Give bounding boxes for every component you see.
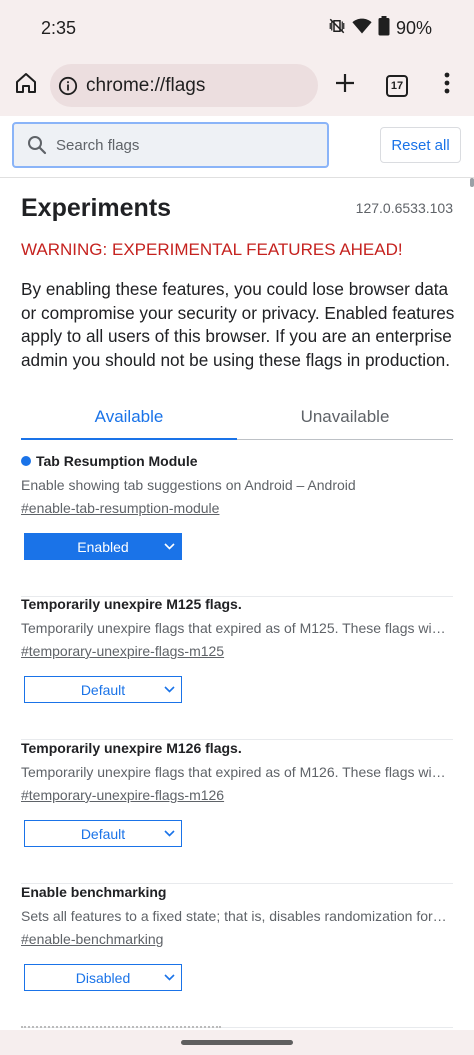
experiment-item: Enable benchmarking Sets all features to… bbox=[21, 884, 453, 1028]
battery-icon bbox=[378, 16, 390, 41]
modified-indicator-icon bbox=[21, 456, 31, 466]
experiment-state-value: Enabled bbox=[77, 538, 129, 555]
tabs-icon: 17 bbox=[386, 75, 408, 97]
experiment-state-select[interactable]: Enabled bbox=[24, 533, 182, 560]
search-field[interactable] bbox=[12, 122, 329, 168]
reset-all-button[interactable]: Reset all bbox=[380, 127, 461, 163]
more-vert-icon bbox=[444, 72, 450, 99]
experiment-title: Temporarily unexpire M125 flags. bbox=[21, 596, 242, 612]
info-icon[interactable] bbox=[58, 76, 78, 96]
chevron-down-icon bbox=[163, 683, 175, 695]
chevron-down-icon bbox=[163, 540, 175, 552]
experiment-item: Temporarily unexpire M126 flags. Tempora… bbox=[21, 740, 453, 884]
gesture-handle[interactable] bbox=[181, 1040, 293, 1045]
experiment-permalink[interactable]: #temporary-unexpire-flags-m125 bbox=[21, 643, 224, 659]
experiment-description: Temporarily unexpire flags that expired … bbox=[21, 620, 447, 636]
tab-bar: Available Unavailable bbox=[21, 394, 453, 440]
experiment-state-value: Default bbox=[80, 681, 126, 698]
gesture-nav-bar bbox=[0, 1030, 474, 1055]
experiment-title-text: Enable benchmarking bbox=[21, 884, 167, 900]
home-button[interactable] bbox=[11, 70, 41, 100]
experiment-state-select[interactable]: Disabled bbox=[24, 964, 182, 991]
chevron-down-icon bbox=[163, 971, 175, 983]
experiment-state-select[interactable]: Default bbox=[24, 676, 182, 703]
experiment-permalink[interactable]: #temporary-unexpire-flags-m126 bbox=[21, 787, 224, 803]
vibrate-off-icon bbox=[328, 17, 346, 40]
scrollbar[interactable] bbox=[470, 178, 474, 187]
experiment-title-text: Temporarily unexpire M125 flags. bbox=[21, 596, 242, 612]
experiment-item: Temporarily unexpire M125 flags. Tempora… bbox=[21, 596, 453, 740]
page-title: Experiments bbox=[21, 194, 172, 222]
experiment-description: Enable showing tab suggestions on Androi… bbox=[21, 477, 356, 493]
search-icon bbox=[26, 134, 48, 156]
browser-toolbar: chrome://flags 17 bbox=[0, 56, 474, 116]
experiment-title: Tab Resumption Module bbox=[21, 453, 198, 469]
tab-available[interactable]: Available bbox=[21, 394, 237, 440]
intro-text: By enabling these features, you could lo… bbox=[21, 279, 455, 370]
tab-unavailable[interactable]: Unavailable bbox=[237, 394, 453, 439]
experiment-state-select[interactable]: Default bbox=[24, 820, 182, 847]
status-icons: 90% bbox=[328, 16, 432, 41]
experiment-title: Temporarily unexpire M126 flags. bbox=[21, 740, 242, 756]
experiment-description: Sets all features to a fixed state; that… bbox=[21, 908, 447, 924]
flags-content: Experiments 127.0.6533.103 WARNING: EXPE… bbox=[0, 178, 474, 1030]
search-input[interactable] bbox=[56, 136, 306, 154]
experiment-title-text: Temporarily unexpire M126 flags. bbox=[21, 740, 242, 756]
address-bar[interactable]: chrome://flags bbox=[50, 64, 318, 107]
experiment-item: Tab Resumption Module Enable showing tab… bbox=[21, 453, 453, 597]
experiment-permalink[interactable]: #enable-benchmarking bbox=[21, 931, 163, 947]
url-text[interactable]: chrome://flags bbox=[86, 75, 205, 97]
new-tab-button[interactable] bbox=[330, 70, 360, 100]
plus-icon bbox=[335, 73, 355, 98]
experiment-state-value: Default bbox=[80, 825, 126, 842]
menu-button[interactable] bbox=[436, 70, 458, 100]
experiment-title: Enable benchmarking bbox=[21, 884, 166, 900]
status-time: 2:35 bbox=[41, 18, 77, 38]
warning-text: WARNING: EXPERIMENTAL FEATURES AHEAD! bbox=[21, 240, 403, 259]
experiment-title-text: Tab Resumption Module bbox=[36, 453, 198, 469]
wifi-icon bbox=[352, 17, 372, 40]
home-icon bbox=[14, 71, 38, 100]
experiment-state-value: Disabled bbox=[75, 969, 131, 986]
flags-search-header: Reset all bbox=[0, 116, 474, 178]
experiment-description: Temporarily unexpire flags that expired … bbox=[21, 764, 447, 780]
chevron-down-icon bbox=[163, 827, 175, 839]
battery-percent: 90% bbox=[395, 18, 432, 38]
tab-count: 17 bbox=[390, 80, 404, 92]
tab-switcher-button[interactable]: 17 bbox=[384, 73, 410, 99]
version-text: 127.0.6533.103 bbox=[355, 200, 453, 216]
status-bar: 2:35 90% bbox=[0, 0, 474, 56]
experiment-permalink[interactable]: #enable-tab-resumption-module bbox=[21, 500, 219, 516]
